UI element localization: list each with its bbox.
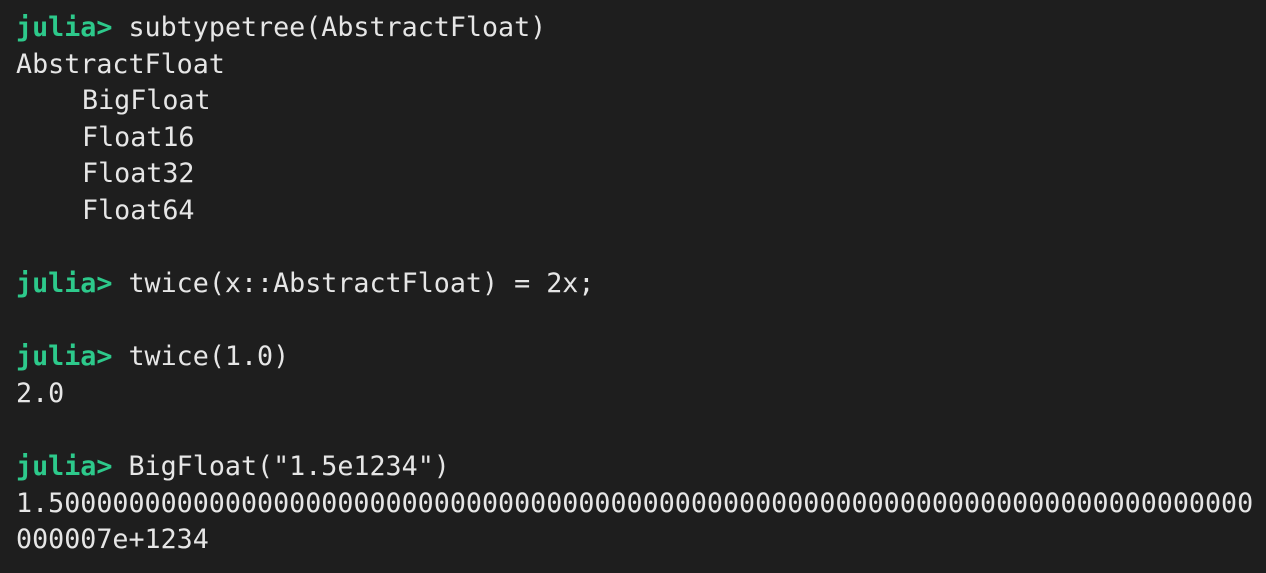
subtype-tree-child: Float16 [82,121,195,153]
subtype-tree-child: Float32 [82,158,195,190]
subtype-tree-child: Float64 [82,194,195,226]
repl-input-text: subtypetree(AbstractFloat) [128,12,547,43]
julia-prompt: julia> [16,451,113,483]
repl-input-line: julia> twice(1.0) [16,339,1252,376]
julia-prompt: julia> [16,12,113,43]
julia-prompt: julia> [16,268,113,300]
repl-input-line: julia> twice(x::AbstractFloat) = 2x; [16,266,1252,303]
subtype-tree-child: BigFloat [82,85,211,117]
repl-input-line: julia> subtypetree(AbstractFloat) [16,10,1252,47]
repl-input-text: BigFloat("1.5e1234") [128,451,450,483]
repl-input-line: julia> BigFloat("1.5e1234") [16,449,1252,486]
repl-output-text: 1.50000000000000000000000000000000000000… [16,487,1252,519]
repl-output-text-continued: 000007e+1234 [16,524,209,556]
repl-input-text: twice(1.0) [128,341,290,373]
subtype-tree-root: AbstractFloat [16,48,225,80]
repl-output-text: 2.0 [16,377,65,409]
repl-input-text: twice(x::AbstractFloat) = 2x; [128,268,595,300]
julia-repl-terminal[interactable]: julia> subtypetree(AbstractFloat) Abstra… [0,0,1266,573]
julia-prompt: julia> [16,341,113,373]
